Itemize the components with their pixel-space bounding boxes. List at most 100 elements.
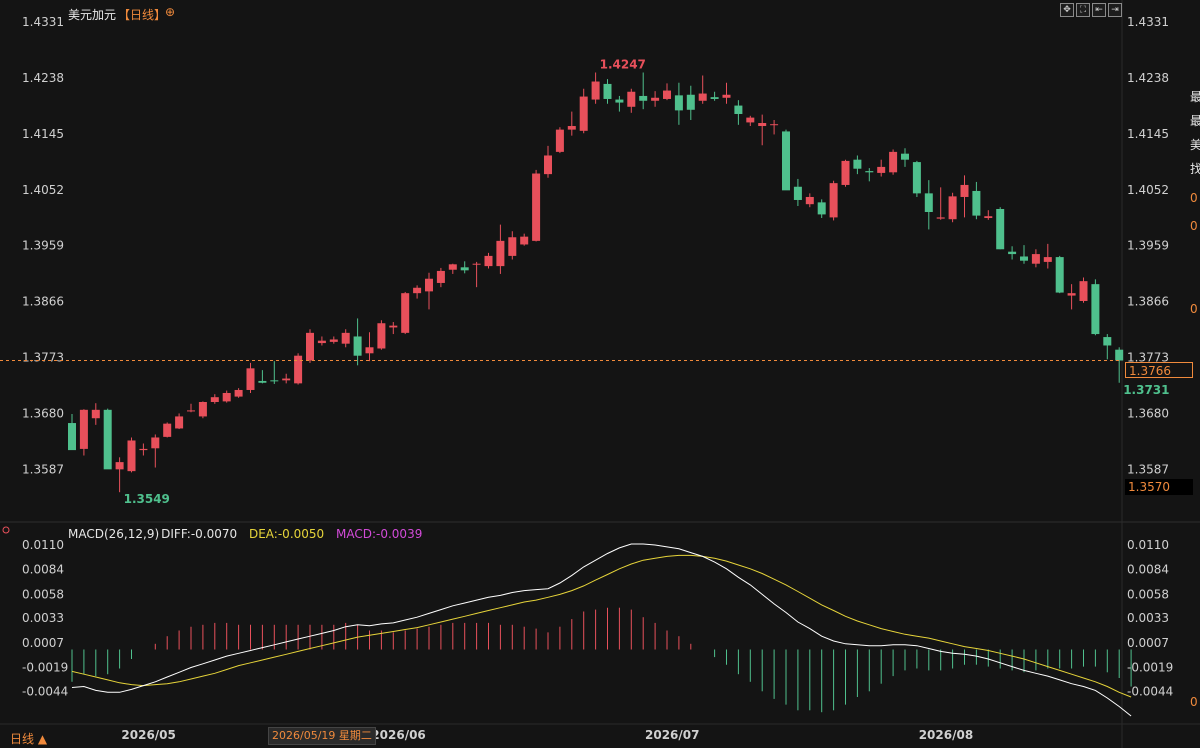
candle-body bbox=[151, 437, 160, 449]
price-tick-label: 1.3773 bbox=[22, 351, 64, 365]
candle-body bbox=[234, 389, 243, 397]
price-tick-label: 1.3680 bbox=[1127, 406, 1169, 420]
price-tick-label: 1.3959 bbox=[22, 239, 64, 253]
candle-body bbox=[627, 91, 636, 107]
macd-tick-label: 0.0058 bbox=[22, 587, 64, 601]
candle-body bbox=[341, 332, 350, 344]
candle-body bbox=[532, 173, 541, 241]
candle-body bbox=[722, 94, 731, 98]
candle-body bbox=[1008, 251, 1017, 255]
candle-body bbox=[996, 208, 1005, 250]
price-tick-label: 1.3680 bbox=[22, 406, 64, 420]
side-panel-text: 最 bbox=[1190, 90, 1200, 104]
candle-body bbox=[294, 355, 303, 384]
candle-body bbox=[365, 347, 374, 354]
macd-value: MACD:-0.0039 bbox=[336, 527, 423, 541]
back-icon[interactable]: ⇤ bbox=[1092, 3, 1106, 17]
candle-body bbox=[163, 423, 172, 437]
candle-body bbox=[663, 90, 671, 99]
candle-body bbox=[805, 196, 814, 205]
macd-dea-value: DEA:-0.0050 bbox=[248, 527, 325, 541]
candle-body bbox=[139, 448, 148, 451]
candle-body bbox=[734, 105, 743, 114]
candle-body bbox=[770, 124, 779, 126]
candle-body bbox=[651, 97, 660, 101]
candle-body bbox=[198, 402, 207, 417]
macd-tick-label: 0.0007 bbox=[1127, 636, 1169, 650]
price-tick-label: 1.4052 bbox=[22, 183, 64, 197]
add-symbol-icon[interactable]: ⊕ bbox=[165, 5, 175, 19]
candle-body bbox=[413, 287, 422, 294]
candle-body bbox=[758, 123, 767, 127]
period-label[interactable]: 【日线】 bbox=[118, 6, 166, 23]
macd-tick-label: 0.0058 bbox=[1127, 587, 1169, 601]
candle-body bbox=[472, 263, 481, 265]
candle-body bbox=[853, 159, 862, 169]
macd-tick-label: 0.0110 bbox=[22, 538, 64, 552]
candle-body bbox=[924, 193, 933, 212]
forward-icon[interactable]: ⇥ bbox=[1108, 3, 1122, 17]
candle-body bbox=[639, 95, 648, 101]
side-panel-text: 0 bbox=[1190, 302, 1198, 316]
macd-params: MACD(26,12,9) bbox=[68, 527, 160, 541]
chart-canvas[interactable]: 1.4331 1.4238 1.4145 1.4052 1.3959 1.3866 1.37… bbox=[0, 0, 1200, 748]
candle-body bbox=[1055, 257, 1064, 293]
candle-body bbox=[936, 217, 945, 219]
candle-body bbox=[782, 131, 790, 191]
candle-body bbox=[829, 183, 838, 218]
candle-body bbox=[377, 323, 386, 349]
candle-body bbox=[187, 410, 195, 412]
macd-tick-label: 0.0033 bbox=[22, 611, 64, 625]
price-tick-label: 1.3587 bbox=[22, 462, 64, 476]
price-tick-label: 1.3959 bbox=[1127, 239, 1169, 253]
candle-body bbox=[793, 186, 802, 200]
candle-body bbox=[1079, 281, 1088, 301]
candle-body bbox=[175, 416, 184, 429]
candle-body bbox=[912, 162, 921, 194]
candle-body bbox=[460, 267, 469, 271]
candle-body bbox=[1115, 349, 1124, 361]
candle-body bbox=[960, 184, 969, 197]
candle-body bbox=[1020, 256, 1028, 261]
recent-low-label: 1.3731 bbox=[1123, 383, 1169, 397]
candle-body bbox=[1103, 337, 1112, 346]
candle-body bbox=[555, 129, 564, 152]
candle-body bbox=[972, 190, 981, 216]
candle-body bbox=[448, 264, 457, 270]
candle-body bbox=[91, 409, 100, 419]
candle-body bbox=[127, 440, 136, 472]
candle-body bbox=[115, 462, 124, 470]
candle-body bbox=[520, 236, 529, 245]
candle-body bbox=[710, 97, 719, 99]
price-tick-label: 1.4238 bbox=[22, 71, 64, 85]
candle-body bbox=[544, 155, 552, 175]
candle-body bbox=[615, 99, 624, 103]
candle-body bbox=[1043, 257, 1052, 262]
candle-body bbox=[746, 117, 755, 123]
price-tick-label: 1.3587 bbox=[1127, 462, 1169, 476]
price-tick-label: 1.4145 bbox=[22, 127, 64, 141]
move-icon[interactable]: ✥ bbox=[1060, 3, 1074, 17]
time-axis-label: 2026/08 bbox=[919, 728, 973, 742]
candle-body bbox=[484, 255, 493, 267]
macd-tick-label: 0.0007 bbox=[22, 636, 64, 650]
price-tick-label: 1.4331 bbox=[1127, 15, 1169, 29]
candle-body bbox=[674, 95, 683, 111]
chart-toolbar: ✥ ⛶ ⇤ ⇥ bbox=[1060, 3, 1122, 17]
candle-body bbox=[79, 409, 88, 449]
period-tab[interactable]: 日线 ▲ bbox=[10, 730, 47, 747]
candle-body bbox=[496, 240, 505, 267]
macd-tick-label: -0.0044 bbox=[22, 684, 68, 698]
candle-body bbox=[567, 126, 576, 130]
macd-tick-label: -0.0019 bbox=[22, 661, 68, 675]
side-panel-text: 0 bbox=[1190, 219, 1198, 233]
candle-body bbox=[889, 151, 898, 173]
macd-tick-label: -0.0019 bbox=[1127, 661, 1173, 675]
price-tick-label: 1.4145 bbox=[1127, 127, 1169, 141]
price-tick-label: 1.4238 bbox=[1127, 71, 1169, 85]
side-panel-text: 最 bbox=[1190, 114, 1200, 128]
price-tick-label: 1.4052 bbox=[1127, 183, 1169, 197]
candle-body bbox=[306, 332, 314, 361]
fullscreen-icon[interactable]: ⛶ bbox=[1076, 3, 1090, 17]
low-price-label: 1.3549 bbox=[124, 492, 170, 506]
